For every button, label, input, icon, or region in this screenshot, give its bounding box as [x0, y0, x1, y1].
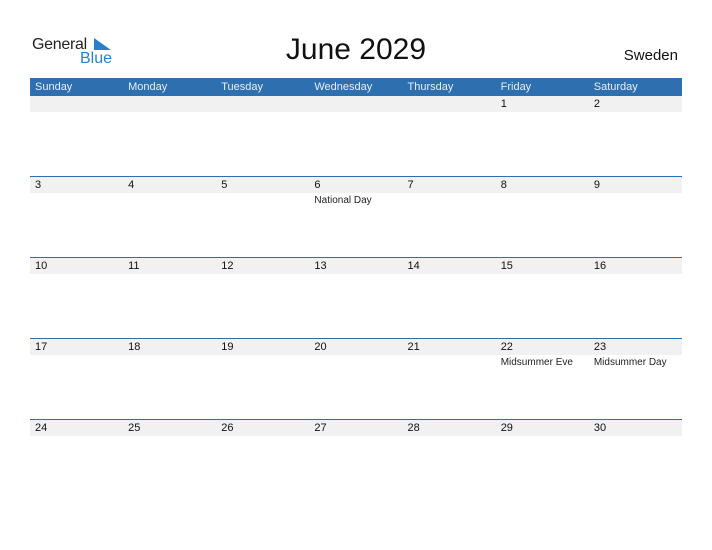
day-cell: 1 — [496, 96, 589, 177]
day-cell: 19 — [216, 339, 309, 420]
day-number: 17 — [35, 341, 48, 353]
day-cell: 25 — [123, 420, 216, 501]
weekday-header: Sunday Monday Tuesday Wednesday Thursday… — [30, 78, 682, 96]
day-number: 14 — [407, 260, 420, 272]
day-number: 13 — [314, 260, 327, 272]
day-cell: 20 — [309, 339, 402, 420]
day-cell: 2 — [589, 96, 682, 177]
day-cell: 8 — [496, 177, 589, 258]
day-cell: 6 National Day — [309, 177, 402, 258]
country-label: Sweden — [623, 47, 678, 64]
calendar-title: June 2029 — [285, 33, 427, 66]
holiday-label: Midsummer Day — [593, 357, 667, 368]
day-cell: 18 — [123, 339, 216, 420]
day-number: 10 — [35, 260, 48, 272]
day-cell: 26 — [216, 420, 309, 501]
week-row: 24 25 26 27 28 29 30 — [30, 419, 682, 500]
day-cell: 22 Midsummer Eve — [496, 339, 589, 420]
day-number: 6 — [314, 179, 321, 191]
day-cell: 24 — [30, 420, 123, 501]
week-row: 12 — [30, 96, 682, 177]
day-number: 19 — [221, 341, 234, 353]
weekday-sunday: Sunday — [35, 81, 73, 93]
week-row: 10 11 12 13 14 15 16 — [30, 257, 682, 338]
day-cell: 23 Midsummer Day — [589, 339, 682, 420]
weekday-monday: Monday — [128, 81, 168, 93]
day-cell: 30 — [589, 420, 682, 501]
day-cell: 21 — [403, 339, 496, 420]
day-number: 11 — [128, 260, 140, 272]
day-cell — [309, 96, 402, 177]
day-cell: 9 — [589, 177, 682, 258]
day-number: 4 — [128, 179, 135, 191]
day-cell: 5 — [216, 177, 309, 258]
day-number: 15 — [500, 260, 513, 272]
day-number: 18 — [128, 341, 141, 353]
day-number: 2 — [593, 98, 600, 110]
day-cell: 28 — [403, 420, 496, 501]
day-number: 1 — [500, 98, 507, 110]
day-number: 3 — [35, 179, 42, 191]
day-number: 12 — [221, 260, 234, 272]
day-cell: 10 — [30, 258, 123, 339]
day-number: 25 — [128, 422, 141, 434]
day-cell: 27 — [309, 420, 402, 501]
day-cell: 29 — [496, 420, 589, 501]
day-cell: 14 — [403, 258, 496, 339]
day-number: 9 — [593, 179, 600, 191]
day-cell: 16 — [589, 258, 682, 339]
day-number: 26 — [221, 422, 234, 434]
day-cell: 17 — [30, 339, 123, 420]
day-number: 27 — [314, 422, 327, 434]
day-cell: 15 — [496, 258, 589, 339]
day-cell: 12 — [216, 258, 309, 339]
week-row: 17 18 19 20 21 22 Midsummer Eve 23 Midsummer Day — [30, 338, 682, 419]
day-number: 7 — [407, 179, 414, 191]
holiday-label: National Day — [314, 195, 372, 206]
day-number: 23 — [593, 341, 607, 353]
day-cell — [30, 96, 123, 177]
day-cell — [216, 96, 309, 177]
weekday-thursday: Thursday — [407, 81, 454, 93]
week-row: 3 4 5 6 National Day 7 8 9 — [30, 176, 682, 257]
weekday-tuesday: Tuesday — [221, 81, 264, 93]
day-number: 16 — [593, 260, 607, 272]
day-number: 30 — [593, 422, 607, 434]
day-number: 21 — [407, 341, 420, 353]
day-number: 5 — [221, 179, 228, 191]
day-number: 22 — [500, 341, 513, 353]
day-cell — [403, 96, 496, 177]
day-number: 28 — [407, 422, 420, 434]
day-cell: 3 — [30, 177, 123, 258]
day-number: 20 — [314, 341, 327, 353]
day-number: 29 — [500, 422, 513, 434]
day-number: 24 — [35, 422, 48, 434]
weekday-wednesday: Wednesday — [314, 81, 373, 93]
day-cell: 4 — [123, 177, 216, 258]
weekday-saturday: Saturday — [593, 81, 638, 93]
weekday-friday: Friday — [500, 81, 532, 93]
holiday-label: Midsummer Eve — [500, 357, 573, 368]
day-cell — [123, 96, 216, 177]
day-cell: 13 — [309, 258, 402, 339]
day-number: 8 — [500, 179, 507, 191]
day-cell: 11 — [123, 258, 216, 339]
day-cell: 7 — [403, 177, 496, 258]
